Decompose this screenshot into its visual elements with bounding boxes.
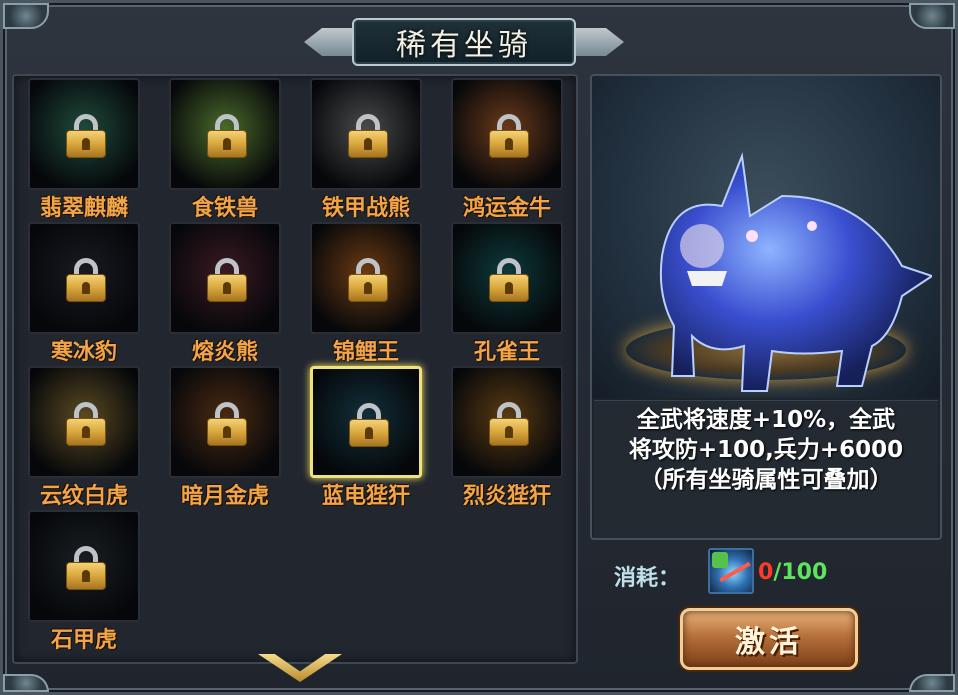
- activate-button[interactable]: 激活: [680, 608, 858, 670]
- cost-owned: 0: [758, 560, 774, 585]
- mount-name-label: 锦鲤王: [332, 340, 399, 365]
- mount-slot[interactable]: [28, 510, 140, 622]
- cost-required: /100: [773, 560, 828, 585]
- title-bar: 稀有坐骑: [304, 14, 624, 70]
- cost-amount: 0/100: [758, 560, 827, 585]
- padlock-icon: [207, 114, 247, 158]
- padlock-icon: [489, 258, 529, 302]
- cost-label: 消耗：: [614, 566, 681, 591]
- mount-model-image: [659, 152, 932, 392]
- scroll-down-arrow[interactable]: [258, 654, 342, 682]
- mount-slot[interactable]: [28, 366, 140, 478]
- mount-slot[interactable]: [451, 222, 563, 334]
- mount-slot[interactable]: [169, 222, 281, 334]
- mount-slot[interactable]: [169, 78, 281, 190]
- mount-name-label: 熔炎熊: [191, 340, 258, 365]
- mount-name-label: 食铁兽: [191, 196, 258, 221]
- padlock-icon: [489, 402, 529, 446]
- attribute-note: （所有坐骑属性可叠加）: [639, 467, 893, 493]
- chevron-down-icon[interactable]: [258, 654, 342, 682]
- frame-corner-ornament: [3, 674, 49, 692]
- mount-name-label: 寒冰豹: [50, 340, 117, 365]
- mount-slot[interactable]: [310, 222, 422, 334]
- padlock-icon: [348, 114, 388, 158]
- mount-slot[interactable]: [451, 78, 563, 190]
- mount-attribute-description: 全武将速度+10%，全武 将攻防+100,兵力+6000 （所有坐骑属性可叠加）: [594, 400, 938, 538]
- mount-name-label: 蓝电狴犴: [321, 484, 410, 509]
- title-plate: 稀有坐骑: [352, 18, 576, 66]
- attribute-line: 全武将速度+10%，全武: [636, 407, 896, 433]
- mount-name-label: 云纹白虎: [39, 484, 128, 509]
- window-title: 稀有坐骑: [396, 28, 532, 63]
- padlock-icon: [348, 258, 388, 302]
- mount-name-label: 烈炎狴犴: [462, 484, 551, 509]
- mount-name-label: 石甲虎: [50, 628, 117, 653]
- padlock-icon: [489, 114, 529, 158]
- mount-name-label: 翡翠麒麟: [39, 196, 128, 221]
- mount-detail-panel: 全武将速度+10%，全武 将攻防+100,兵力+6000 （所有坐骑属性可叠加）: [590, 74, 942, 540]
- activate-button-label: 激活: [735, 625, 803, 660]
- lightning-shard-icon[interactable]: [708, 548, 754, 594]
- frame-corner-ornament: [909, 674, 955, 692]
- padlock-icon: [66, 258, 106, 302]
- mount-name-label: 铁甲战熊: [321, 196, 410, 221]
- mount-name-label: 暗月金虎: [180, 484, 269, 509]
- mount-name-label: 鸿运金牛: [462, 196, 551, 221]
- padlock-icon: [66, 546, 106, 590]
- puzzle-piece-icon: [712, 552, 728, 568]
- attribute-line: 将攻防+100,兵力+6000: [628, 437, 904, 463]
- padlock-icon: [207, 258, 247, 302]
- mount-slot[interactable]: [451, 366, 563, 478]
- mount-slot[interactable]: [310, 78, 422, 190]
- mount-slot[interactable]: [310, 366, 422, 478]
- mount-slot[interactable]: [169, 366, 281, 478]
- mount-preview: [592, 76, 940, 398]
- padlock-icon: [66, 402, 106, 446]
- padlock-icon: [66, 114, 106, 158]
- frame-corner-ornament: [909, 3, 955, 29]
- mount-name-label: 孔雀王: [473, 340, 540, 365]
- padlock-icon: [349, 403, 389, 447]
- frame-corner-ornament: [3, 3, 49, 29]
- padlock-icon: [207, 402, 247, 446]
- mount-slot[interactable]: [28, 78, 140, 190]
- mount-slot[interactable]: [28, 222, 140, 334]
